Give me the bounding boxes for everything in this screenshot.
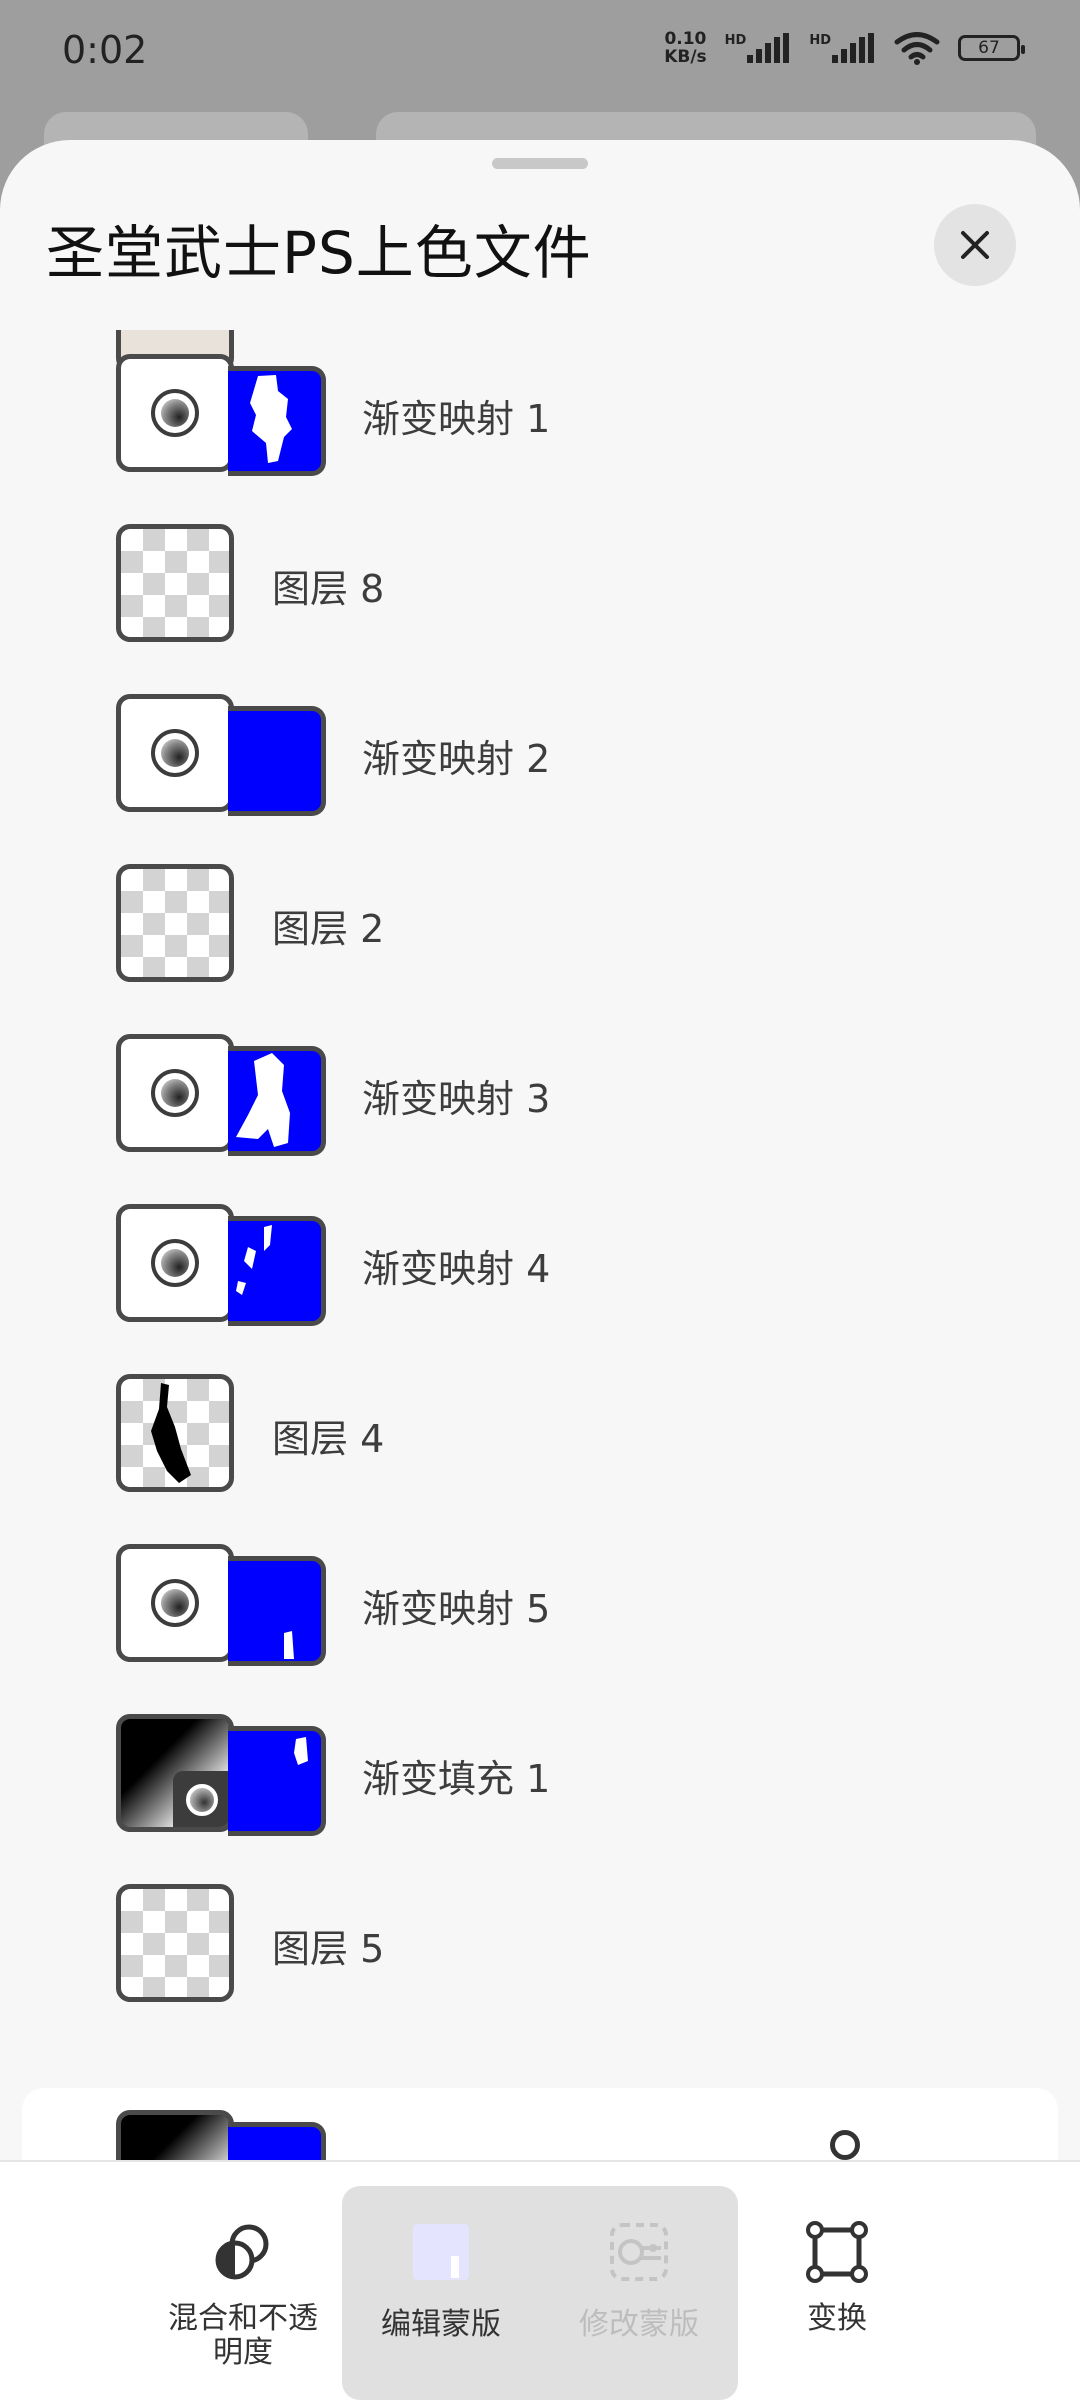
transform-icon xyxy=(806,2221,868,2283)
sheet-title: 圣堂武士PS上色文件 xyxy=(46,219,592,287)
layer-mask-thumbnail[interactable] xyxy=(228,1726,326,1836)
layer-list[interactable]: 渐变映射 1 图层 8 渐变映射 2 图层 2 渐变映射 3 渐变映射 4 图层… xyxy=(0,330,1080,2280)
layer-row[interactable]: 渐变填充 1 xyxy=(0,1690,1080,1860)
modify-mask-button[interactable]: 修改蒙版 xyxy=(544,2176,734,2376)
layer-thumbnail xyxy=(116,524,234,642)
status-bar: 0:02 0.10 KB/s HD HD 67 xyxy=(0,0,1080,110)
visibility-icon[interactable] xyxy=(830,2130,860,2160)
mask-icon xyxy=(413,2224,469,2280)
gradient-fill-icon xyxy=(173,1771,229,1827)
layer-name: 图层 8 xyxy=(272,567,385,611)
transform-label: 变换 xyxy=(807,2301,867,2336)
bottom-toolbar: 混合和不透明度 编辑蒙版 修改蒙版 变换 xyxy=(0,2160,1080,2402)
drag-handle[interactable] xyxy=(492,158,588,169)
layer-thumbnail xyxy=(116,1884,234,2002)
transform-button[interactable]: 变换 xyxy=(742,2176,932,2376)
layer-thumbnail xyxy=(116,864,234,982)
layer-name: 图层 4 xyxy=(272,1417,385,1461)
status-time: 0:02 xyxy=(62,28,148,72)
layer-mask-thumbnail[interactable] xyxy=(228,1556,326,1666)
layer-mask-thumbnail[interactable] xyxy=(228,1216,326,1326)
close-button[interactable] xyxy=(934,204,1016,286)
layer-row[interactable]: 渐变映射 5 xyxy=(0,1520,1080,1690)
gradient-map-icon xyxy=(151,729,199,777)
layer-mask-thumbnail[interactable] xyxy=(228,1046,326,1156)
adjustment-thumbnail xyxy=(116,1204,234,1322)
battery-icon: 67 xyxy=(958,35,1025,61)
layer-mask-thumbnail[interactable] xyxy=(228,366,326,476)
layer-name: 渐变映射 4 xyxy=(362,1247,551,1291)
layer-name: 图层 2 xyxy=(272,907,385,951)
layer-mask-thumbnail[interactable] xyxy=(228,706,326,816)
layer-name: 渐变映射 5 xyxy=(362,1587,551,1631)
layers-sheet: 圣堂武士PS上色文件 渐变映射 1 图层 8 渐变映射 2 图层 2 渐变映射 … xyxy=(0,140,1080,2400)
modify-mask-icon xyxy=(610,2223,668,2281)
blend-icon xyxy=(215,2224,269,2280)
adjustment-thumbnail xyxy=(116,1034,234,1152)
layer-name: 渐变映射 3 xyxy=(362,1077,551,1121)
adjustment-thumbnail xyxy=(116,1544,234,1662)
layer-row[interactable]: 图层 5 xyxy=(0,1860,1080,2030)
layer-name: 渐变映射 2 xyxy=(362,737,551,781)
status-indicators: 0.10 KB/s HD HD 67 xyxy=(664,29,1025,67)
wifi-icon xyxy=(894,32,940,65)
layer-row[interactable]: 图层 8 xyxy=(0,500,1080,670)
layer-row[interactable]: 渐变映射 3 xyxy=(0,1010,1080,1180)
edit-mask-button[interactable]: 编辑蒙版 xyxy=(346,2176,536,2376)
network-speed: 0.10 KB/s xyxy=(664,29,707,67)
blend-opacity-label: 混合和不透明度 xyxy=(168,2301,318,2370)
signal-icon-sim1: HD xyxy=(725,33,792,63)
gradient-map-icon xyxy=(151,1069,199,1117)
layer-row[interactable]: 渐变映射 1 xyxy=(0,330,1080,500)
gradient-map-icon xyxy=(151,389,199,437)
layer-thumbnail xyxy=(116,1374,234,1492)
signal-icon-sim2: HD xyxy=(809,33,876,63)
gradient-map-icon xyxy=(151,1239,199,1287)
layer-row[interactable]: 渐变映射 2 xyxy=(0,670,1080,840)
adjustment-thumbnail xyxy=(116,354,234,472)
layer-name: 渐变映射 1 xyxy=(362,397,551,441)
gradient-map-icon xyxy=(151,1579,199,1627)
layer-row[interactable]: 图层 4 xyxy=(0,1350,1080,1520)
gradient-fill-thumbnail xyxy=(116,1714,234,1832)
layer-name: 图层 5 xyxy=(272,1927,385,1971)
edit-mask-label: 编辑蒙版 xyxy=(381,2307,501,2342)
layer-row[interactable]: 渐变映射 4 xyxy=(0,1180,1080,1350)
layer-name: 渐变填充 1 xyxy=(362,1757,551,1801)
modify-mask-label: 修改蒙版 xyxy=(579,2307,699,2342)
layer-row[interactable]: 图层 2 xyxy=(0,840,1080,1010)
adjustment-thumbnail xyxy=(116,694,234,812)
close-icon xyxy=(961,231,989,259)
blend-opacity-button[interactable]: 混合和不透明度 xyxy=(148,2176,338,2376)
